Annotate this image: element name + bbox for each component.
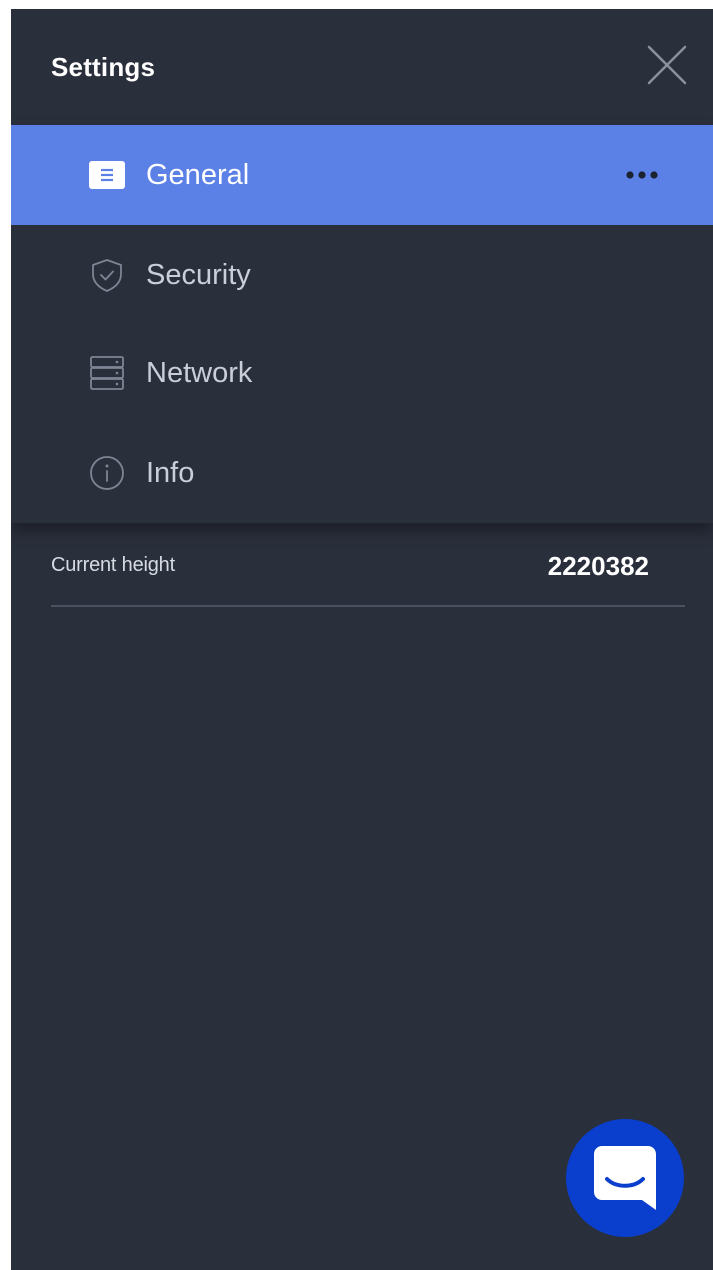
more-horizontal-icon <box>626 171 658 179</box>
chat-icon <box>594 1146 656 1210</box>
menu-item-label: General <box>146 159 250 191</box>
chat-launcher-button[interactable] <box>566 1119 684 1237</box>
info-icon <box>89 455 125 491</box>
menu-item-label: Security <box>146 259 251 291</box>
current-height-value: 2220382 <box>547 551 649 581</box>
shield-check-icon <box>89 257 125 293</box>
settings-menu: General Security Network Info <box>11 125 713 523</box>
close-button[interactable] <box>645 43 689 87</box>
menu-item-security[interactable]: Security <box>11 225 713 325</box>
close-icon <box>647 45 687 85</box>
menu-item-label: Info <box>146 457 195 489</box>
settings-header: Settings <box>11 9 713 125</box>
current-height-row: Current height 2220382 <box>51 539 685 607</box>
document-icon <box>89 157 125 193</box>
current-height-label: Current height <box>51 554 175 576</box>
server-icon <box>89 355 125 391</box>
more-options-button[interactable] <box>619 161 667 189</box>
menu-item-general[interactable]: General <box>11 125 713 225</box>
menu-item-info[interactable]: Info <box>11 423 713 523</box>
menu-item-network[interactable]: Network <box>11 323 713 423</box>
menu-item-label: Network <box>146 357 253 389</box>
page-title: Settings <box>51 52 156 82</box>
settings-panel: Settings General Security Network Info C… <box>11 9 713 1270</box>
